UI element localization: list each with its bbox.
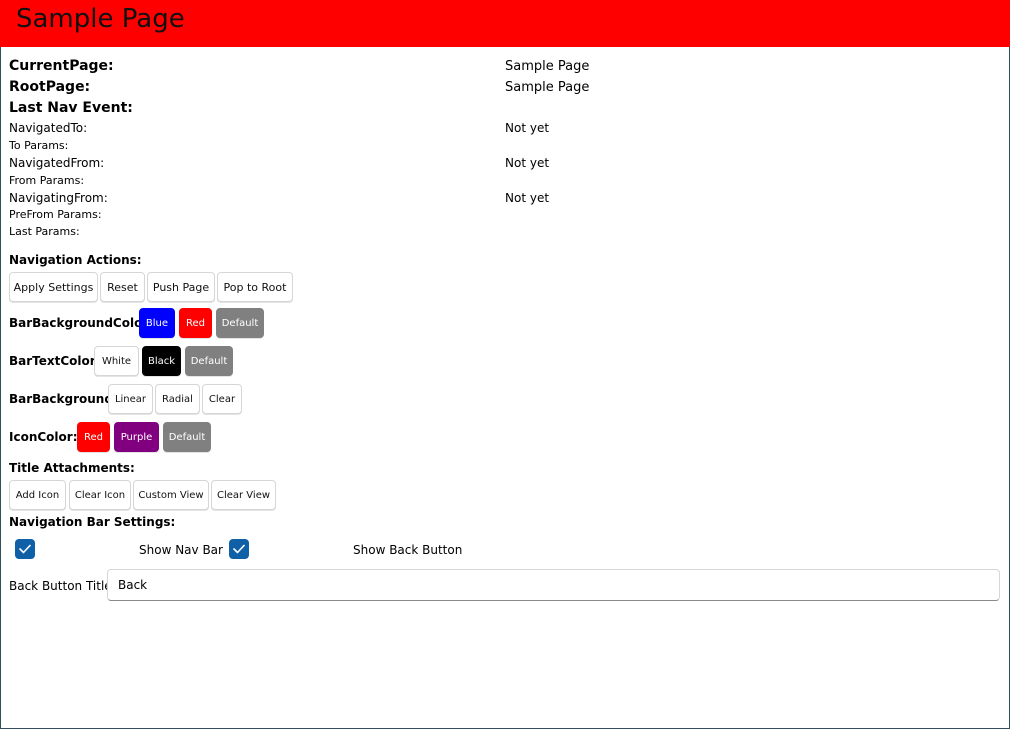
clear-view-button[interactable]: Clear View [211,480,276,510]
bar-bg-blue-button[interactable]: Blue [139,308,175,338]
last-nav-event-label: Last Nav Event: [9,100,133,116]
show-nav-bar-label: Show Nav Bar [139,543,223,557]
root-page-value: Sample Page [505,80,590,95]
navigating-from-value: Not yet [505,191,550,205]
show-back-button-label: Show Back Button [353,543,463,557]
bar-text-default-button[interactable]: Default [185,346,233,376]
apply-settings-button[interactable]: Apply Settings [9,272,98,302]
push-page-button[interactable]: Push Page [147,272,215,302]
bar-text-color-label: BarTextColor: [9,354,101,368]
back-button-title-value: Back [118,578,148,592]
to-params-label: To Params: [9,139,69,152]
page-title: Sample Page [16,4,185,34]
icon-color-red-button[interactable]: Red [77,422,110,452]
last-params-label: Last Params: [9,225,80,238]
bar-bg-red-button[interactable]: Red [179,308,212,338]
navigated-to-label: NavigatedTo: [9,121,88,135]
icon-color-purple-button[interactable]: Purple [114,422,159,452]
from-params-label: From Params: [9,174,85,187]
bar-text-white-button[interactable]: White [94,346,139,376]
pop-to-root-button[interactable]: Pop to Root [217,272,293,302]
add-icon-button[interactable]: Add Icon [9,480,66,510]
bar-bg-radial-button[interactable]: Radial [155,384,200,414]
check-icon [19,544,31,554]
icon-color-label: IconColor: [9,430,78,444]
navigation-bar: Sample Page [0,0,1010,47]
back-button-title-label: Back Button Title: [9,579,116,593]
clear-icon-button[interactable]: Clear Icon [69,480,131,510]
nav-bar-settings-label: Navigation Bar Settings: [9,515,176,529]
current-page-label: CurrentPage: [9,58,114,74]
reset-button[interactable]: Reset [100,272,145,302]
root-page-label: RootPage: [9,79,91,95]
bar-text-black-button[interactable]: Black [142,346,181,376]
show-nav-bar-checkbox[interactable] [15,539,35,559]
bar-background-color-label: BarBackgroundColor: [9,316,154,330]
title-attachments-label: Title Attachments: [9,461,135,475]
navigated-from-value: Not yet [505,156,550,170]
navigation-actions-label: Navigation Actions: [9,253,142,267]
navigating-from-label: NavigatingFrom: [9,191,108,205]
check-icon [233,544,245,554]
navigated-to-value: Not yet [505,121,550,135]
bar-bg-linear-button[interactable]: Linear [108,384,153,414]
bar-background-label: BarBackground: [9,392,118,406]
bar-bg-clear-button[interactable]: Clear [202,384,242,414]
prefrom-params-label: PreFrom Params: [9,208,102,221]
navigated-from-label: NavigatedFrom: [9,156,105,170]
show-back-button-checkbox[interactable] [229,539,249,559]
icon-color-default-button[interactable]: Default [163,422,211,452]
current-page-value: Sample Page [505,59,590,74]
custom-view-button[interactable]: Custom View [133,480,209,510]
bar-bg-default-button[interactable]: Default [216,308,264,338]
back-button-title-input[interactable]: Back [107,569,1000,601]
